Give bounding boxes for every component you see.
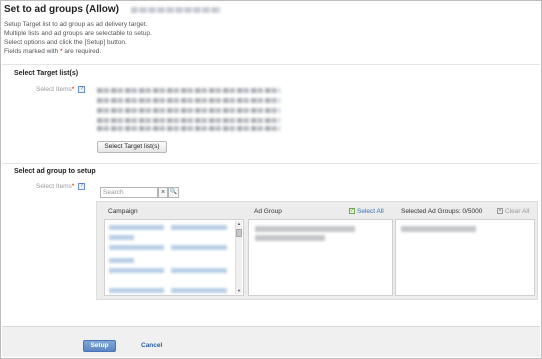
help-icon[interactable]: ? — [78, 86, 86, 93]
intro-line-1: Setup Target list to ad group as ad deli… — [4, 21, 148, 28]
list-item[interactable] — [109, 245, 164, 250]
adgroup-section-title: Select ad group to setup — [14, 168, 96, 175]
intro-line-3: Select options and click the [Setup] but… — [4, 39, 127, 46]
list-item — [401, 226, 476, 232]
check-icon: ✓ — [349, 208, 355, 215]
section-divider — [2, 64, 540, 65]
selected-count-label: Selected Ad Groups: 0/5000 — [401, 208, 483, 215]
page-title: Set to ad groups (Allow) — [4, 4, 119, 15]
list-item[interactable] — [109, 235, 134, 240]
intro-line-2: Multiple lists and ad groups are selecta… — [4, 30, 152, 37]
selected-adgroups-list — [395, 219, 535, 296]
list-item[interactable] — [171, 245, 227, 250]
list-item[interactable] — [109, 288, 164, 293]
select-all-button[interactable]: ✓ Select All — [349, 208, 384, 215]
list-item[interactable] — [171, 268, 227, 273]
adgroup-field-label: Select Items* ? — [36, 183, 86, 190]
footer-bar: Setup Cancel — [2, 326, 540, 357]
redacted-title-text — [130, 7, 221, 14]
intro-text: Setup Target list to ad group as ad deli… — [4, 20, 304, 56]
adgroup-column-header: Ad Group — [254, 208, 282, 215]
scroll-down-icon[interactable]: ▼ — [236, 288, 242, 294]
search-icon[interactable]: 🔍 — [168, 187, 179, 198]
list-item[interactable] — [255, 235, 325, 241]
target-section-title: Select Target list(s) — [14, 70, 79, 77]
search-input[interactable]: Search — [100, 187, 158, 198]
clear-all-button[interactable]: × Clear All — [497, 208, 529, 215]
list-item[interactable] — [171, 288, 227, 293]
cancel-link[interactable]: Cancel — [141, 342, 162, 349]
target-field-label: Select Items* ? — [36, 86, 86, 93]
scroll-thumb[interactable] — [236, 229, 242, 237]
campaign-list[interactable]: ▲ ▼ — [104, 219, 244, 296]
help-icon[interactable]: ? — [78, 183, 86, 190]
scroll-up-icon[interactable]: ▲ — [236, 221, 242, 227]
list-item[interactable] — [255, 226, 355, 232]
select-target-lists-button[interactable]: Select Target list(s) — [97, 141, 167, 153]
adgroup-list[interactable] — [248, 219, 393, 296]
section-divider — [2, 163, 540, 164]
setup-button[interactable]: Setup — [83, 340, 116, 352]
campaign-scrollbar[interactable]: ▲ ▼ — [235, 221, 242, 294]
campaign-column-header: Campaign — [108, 208, 138, 215]
clear-search-icon[interactable]: × — [158, 187, 168, 198]
intro-line-4: Fields marked with * are required. — [4, 48, 102, 55]
header: Set to ad groups (Allow) — [4, 4, 538, 15]
adgroup-selector-panel: Campaign Ad Group ✓ Select All Selected A… — [96, 201, 538, 300]
list-item[interactable] — [109, 225, 164, 230]
list-item[interactable] — [171, 225, 227, 230]
list-item[interactable] — [109, 258, 134, 263]
list-item[interactable] — [109, 268, 164, 273]
close-icon: × — [497, 208, 503, 215]
